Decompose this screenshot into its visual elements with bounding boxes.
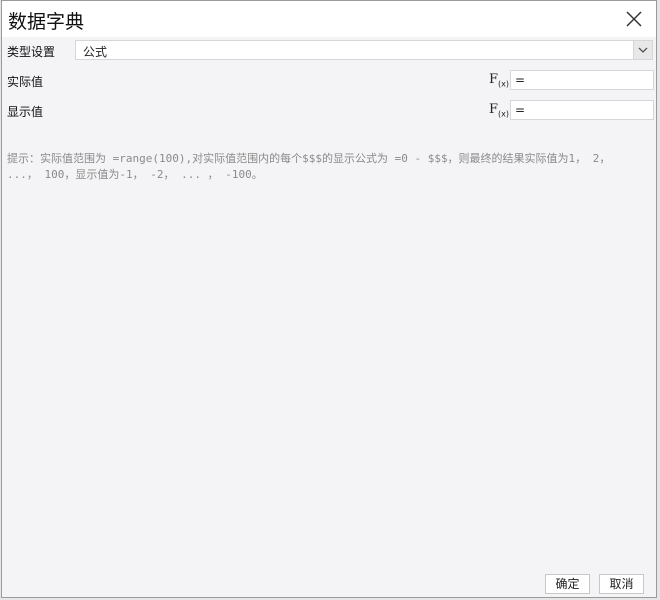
close-button[interactable] — [622, 7, 646, 31]
display-value-label: 显示值 — [7, 105, 44, 119]
hint-text: 提示：实际值范围为 =range(100),对实际值范围内的每个$$$的显示公式… — [7, 152, 611, 181]
dialog-title: 数据字典 — [8, 11, 85, 33]
actual-value-input[interactable]: = — [510, 70, 654, 90]
formula-icon[interactable]: F(x) — [489, 72, 509, 89]
title-bar: 数据字典 — [2, 1, 656, 37]
display-value-row: 显示值 F(x) = — [2, 100, 656, 122]
type-setting-label: 类型设置 — [7, 45, 56, 59]
ok-button[interactable]: 确定 — [545, 574, 590, 594]
actual-value-row: 实际值 F(x) = — [2, 70, 656, 92]
cancel-button[interactable]: 取消 — [599, 574, 644, 594]
type-setting-value: 公式 — [83, 45, 108, 59]
actual-value-label: 实际值 — [7, 75, 44, 89]
type-setting-row: 类型设置 公式 — [2, 40, 656, 62]
close-icon — [626, 11, 642, 27]
data-dictionary-dialog: 数据字典 类型设置 公式 实际值 F(x) = 显示值 F(x) = 提示：实际… — [1, 0, 657, 598]
display-value-input[interactable]: = — [510, 100, 654, 120]
formula-icon[interactable]: F(x) — [489, 102, 509, 119]
type-setting-select[interactable]: 公式 — [75, 40, 653, 60]
chevron-down-icon — [638, 47, 648, 53]
dropdown-arrow-button[interactable] — [633, 41, 652, 59]
